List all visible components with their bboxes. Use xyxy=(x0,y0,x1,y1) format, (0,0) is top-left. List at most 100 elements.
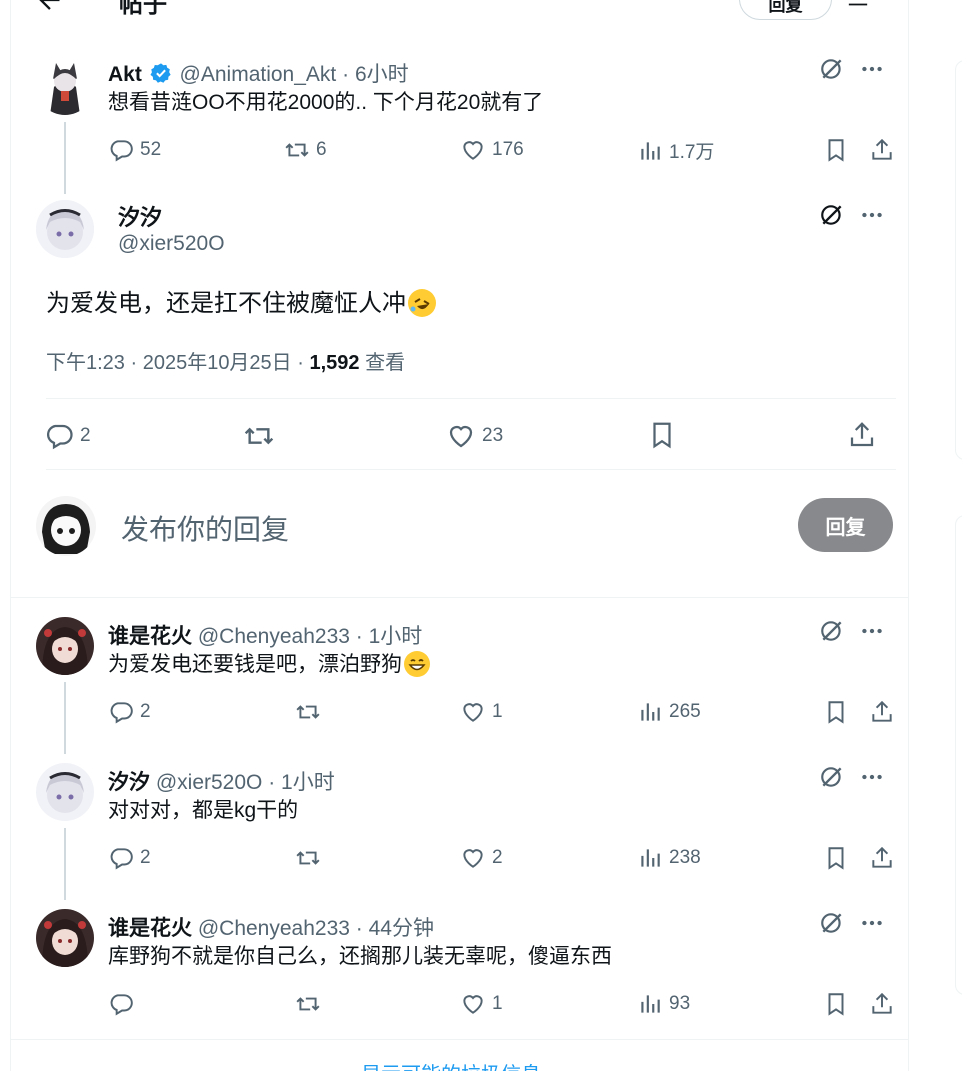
heart-icon xyxy=(463,995,483,1014)
bookmark-icon[interactable] xyxy=(823,845,849,871)
like-count: 2 xyxy=(492,847,503,868)
author-handle[interactable]: @xier520O xyxy=(118,232,225,256)
reply-action[interactable]: 2 xyxy=(108,845,151,871)
like-action[interactable]: 1 xyxy=(460,699,503,725)
views-action[interactable]: 238 xyxy=(637,845,701,871)
avatar-chenyeah[interactable] xyxy=(36,909,94,967)
reply-count: 2 xyxy=(140,847,151,868)
grok-icon[interactable] xyxy=(819,618,845,644)
reply-text: 为爱发电还要钱是吧，漂泊野狗 xyxy=(108,651,430,679)
heart-icon xyxy=(463,849,483,868)
settings-icon[interactable] xyxy=(845,0,871,10)
author-handle[interactable]: @xier520O xyxy=(156,771,263,794)
share-icon[interactable] xyxy=(869,845,895,871)
reply-submit-button[interactable]: 回复 xyxy=(798,498,893,552)
bookmark-icon[interactable] xyxy=(823,699,849,725)
views-count: 265 xyxy=(669,701,701,722)
divider xyxy=(46,398,896,399)
reply-text: 对对对，都是kg干的 xyxy=(108,799,299,822)
grok-icon[interactable] xyxy=(819,910,845,936)
parent-post-text: 想看昔涟OO不用花2000的.. 下个月花20就有了 xyxy=(108,91,544,114)
back-arrow-icon[interactable] xyxy=(35,0,63,14)
bookmark-icon[interactable] xyxy=(823,991,849,1017)
author-name[interactable]: Akt xyxy=(108,63,142,86)
reply-count: 2 xyxy=(140,701,151,722)
main-post-timestamp: 下午1:23 · 2025年10月25日 · 1,592 查看 xyxy=(46,352,406,374)
main-post-text: 为爱发电，还是扛不住被魔怔人冲 xyxy=(46,283,436,318)
bookmark-icon[interactable] xyxy=(823,137,849,163)
header-reply-button[interactable]: 回复 xyxy=(739,0,832,20)
divider xyxy=(46,469,896,470)
grin-emoji-icon xyxy=(404,651,430,677)
more-options-icon[interactable] xyxy=(859,202,885,228)
views-action[interactable]: 93 xyxy=(637,991,690,1017)
top-bar: 帖子 回复 xyxy=(11,0,908,22)
share-icon[interactable] xyxy=(847,420,877,450)
author-name[interactable]: 谁是花火 xyxy=(108,917,192,940)
grok-icon[interactable] xyxy=(819,56,845,82)
repost-icon[interactable] xyxy=(295,991,321,1017)
reply-text: 库野狗不就是你自己么，还搁那儿装无辜呢，傻逼东西 xyxy=(108,945,612,968)
sidebar-card-edge xyxy=(955,515,962,995)
like-action[interactable]: 2 xyxy=(460,845,503,871)
repost-icon[interactable] xyxy=(295,845,321,871)
author-name[interactable]: 汐汐 xyxy=(118,200,162,232)
grok-icon[interactable] xyxy=(819,202,845,228)
repost-icon[interactable] xyxy=(295,699,321,725)
repost-count: 6 xyxy=(316,139,327,160)
views-icon xyxy=(641,995,660,1013)
reply-action[interactable]: 2 xyxy=(44,421,91,451)
verified-badge-icon xyxy=(150,63,171,83)
heart-icon xyxy=(463,703,483,722)
reply-icon[interactable] xyxy=(108,991,134,1017)
author-handle[interactable]: @Chenyeah233 xyxy=(198,917,350,940)
user-avatar[interactable] xyxy=(36,496,96,556)
author-name[interactable]: 谁是花火 xyxy=(108,625,192,648)
reply-icon xyxy=(47,424,73,450)
thread-line xyxy=(64,122,66,194)
views-icon xyxy=(641,141,660,160)
author-handle[interactable]: @Chenyeah233 xyxy=(198,625,350,648)
avatar-xier[interactable] xyxy=(36,763,94,821)
heart-icon xyxy=(449,425,473,448)
sidebar-card-edge xyxy=(955,60,962,460)
reply-header: 谁是花火 @Chenyeah233 · 44分钟 xyxy=(108,917,434,940)
repost-action[interactable]: 6 xyxy=(284,137,327,163)
share-icon[interactable] xyxy=(869,137,895,163)
reply-action[interactable]: 2 xyxy=(108,699,151,725)
views-action[interactable]: 265 xyxy=(637,699,701,725)
show-spam-link[interactable]: 显示可能的垃圾信息 xyxy=(361,1058,541,1071)
more-options-icon[interactable] xyxy=(859,618,885,644)
author-name[interactable]: 汐汐 xyxy=(108,771,150,794)
more-options-icon[interactable] xyxy=(859,56,885,82)
more-options-icon[interactable] xyxy=(859,910,885,936)
avatar-xier[interactable] xyxy=(36,200,94,258)
post-time[interactable]: 44分钟 xyxy=(369,917,434,940)
reply-input[interactable]: 发布你的回复 xyxy=(121,508,289,548)
more-options-icon[interactable] xyxy=(859,764,885,790)
avatar-akt[interactable] xyxy=(36,57,94,115)
grok-icon[interactable] xyxy=(819,764,845,790)
post-time[interactable]: 6小时 xyxy=(355,63,409,86)
post-time[interactable]: 1小时 xyxy=(281,771,335,794)
like-count: 1 xyxy=(492,993,503,1014)
share-icon[interactable] xyxy=(869,699,895,725)
views-icon xyxy=(641,703,660,721)
rofl-emoji-icon xyxy=(408,289,436,317)
like-action[interactable]: 23 xyxy=(446,421,503,451)
author-handle[interactable]: @Animation_Akt xyxy=(180,63,337,86)
like-action[interactable]: 1 xyxy=(460,991,503,1017)
heart-icon xyxy=(463,141,483,160)
views-count: 1,592 xyxy=(309,352,360,374)
post-time[interactable]: 1小时 xyxy=(369,625,423,648)
share-icon[interactable] xyxy=(869,991,895,1017)
like-action[interactable]: 176 xyxy=(460,137,524,163)
views-action[interactable]: 1.7万 xyxy=(637,137,714,164)
bookmark-icon[interactable] xyxy=(647,420,677,450)
thread-line xyxy=(64,828,66,900)
avatar-chenyeah[interactable] xyxy=(36,617,94,675)
divider xyxy=(11,1039,908,1040)
views-count: 1.7万 xyxy=(669,142,715,163)
reply-action[interactable]: 52 xyxy=(108,137,161,163)
repost-icon[interactable] xyxy=(243,420,275,452)
